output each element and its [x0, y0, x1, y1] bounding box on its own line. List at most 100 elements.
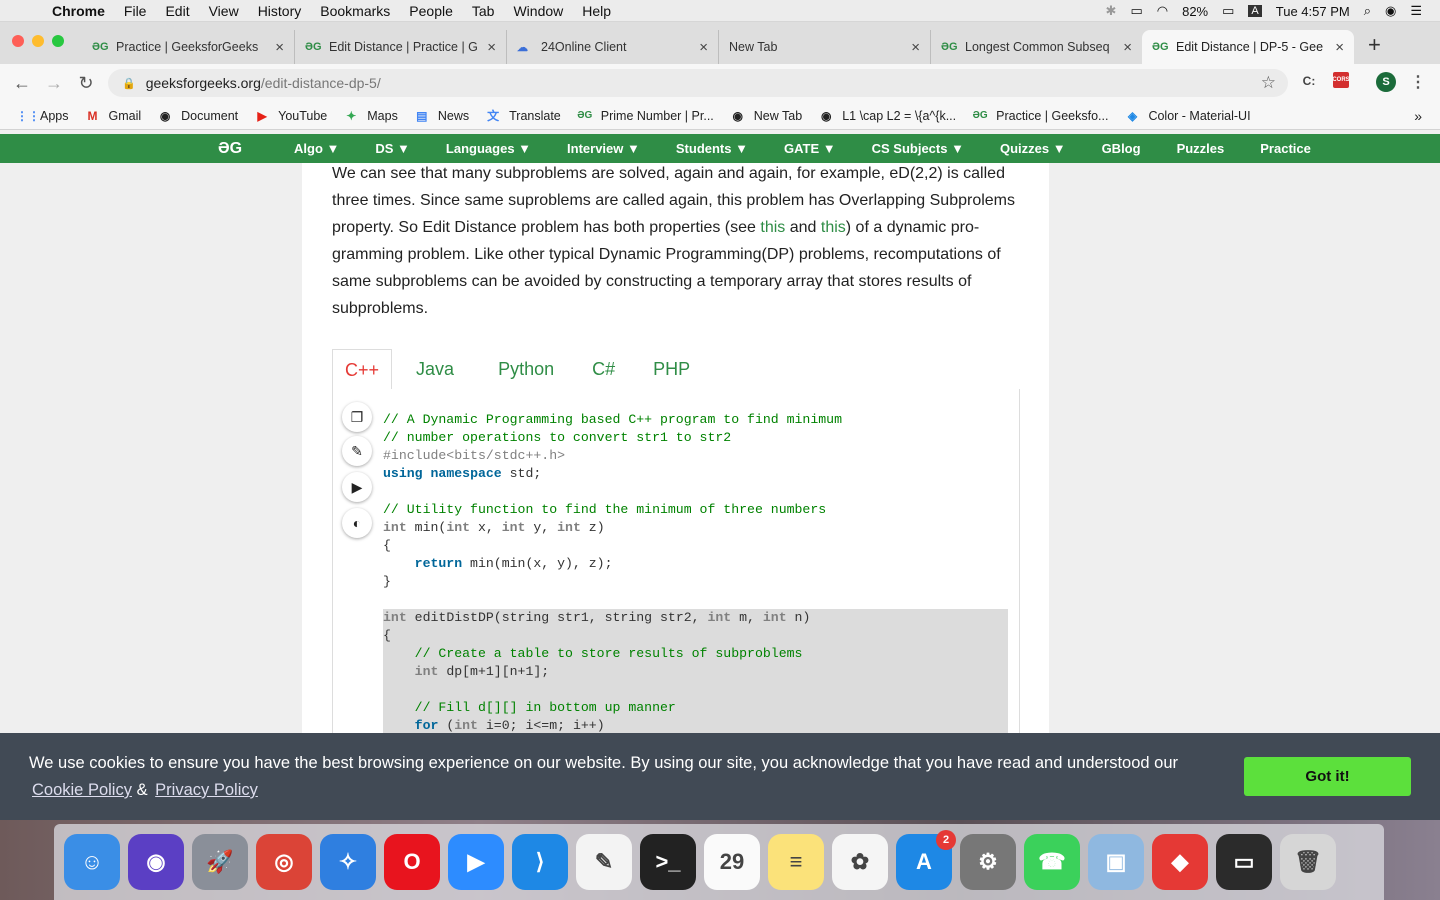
theme-toggle-icon[interactable]: ◐	[342, 508, 372, 538]
menu-window[interactable]: Window	[513, 3, 563, 19]
anydesk-icon[interactable]: ◆	[1152, 834, 1208, 890]
menu-file[interactable]: File	[124, 3, 147, 19]
system-preferences-icon[interactable]: ⚙	[960, 834, 1016, 890]
bookmark-item[interactable]: ✦ Maps	[343, 109, 398, 123]
minimize-window-button[interactable]	[32, 35, 44, 47]
safari-icon[interactable]: ✧	[320, 834, 376, 890]
nav-students[interactable]: Students ▼	[658, 141, 766, 156]
menu-bookmarks[interactable]: Bookmarks	[320, 3, 390, 19]
input-source[interactable]: A	[1248, 5, 1262, 17]
tab-csharp[interactable]: C#	[580, 349, 627, 390]
browser-tab[interactable]: ƏG Longest Common Subseq ×	[930, 30, 1142, 64]
siri-menubar-icon[interactable]: ◉	[1385, 3, 1396, 19]
battery-percent[interactable]: 82%	[1182, 4, 1208, 19]
bookmark-item[interactable]: M Gmail	[85, 109, 142, 123]
close-tab-icon[interactable]: ×	[275, 39, 284, 56]
bookmark-item[interactable]: ▶ YouTube	[254, 109, 328, 123]
close-tab-icon[interactable]: ×	[487, 39, 496, 56]
nav-ds[interactable]: DS ▼	[357, 141, 428, 156]
edit-code-icon[interactable]: ✎	[342, 436, 372, 466]
terminal-window-icon[interactable]: ▭	[1216, 834, 1272, 890]
browser-tab[interactable]: ☁ 24Online Client ×	[506, 30, 718, 64]
terminal-icon[interactable]: >_	[640, 834, 696, 890]
notification-center-icon[interactable]: ☰	[1410, 3, 1422, 19]
clock[interactable]: Tue 4:57 PM	[1276, 4, 1350, 19]
close-tab-icon[interactable]: ×	[1335, 39, 1344, 56]
menu-app[interactable]: Chrome	[52, 3, 105, 19]
tab-cpp[interactable]: C++	[332, 349, 393, 390]
photos-icon[interactable]: ✿	[832, 834, 888, 890]
nav-cs-subjects[interactable]: CS Subjects ▼	[854, 141, 982, 156]
preview-icon[interactable]: ▣	[1088, 834, 1144, 890]
spotlight-icon[interactable]: ⌕	[1364, 3, 1371, 19]
close-tab-icon[interactable]: ×	[1123, 39, 1132, 56]
opera-icon[interactable]: O	[384, 834, 440, 890]
nav-gblog[interactable]: GBlog	[1084, 141, 1159, 156]
lock-icon[interactable]: 🔒	[122, 77, 136, 90]
privacy-policy-link[interactable]: Privacy Policy	[155, 781, 258, 799]
bookmark-star-icon[interactable]: ☆	[1261, 73, 1276, 93]
bookmark-item[interactable]: ◉ New Tab	[730, 109, 803, 123]
zoom-icon[interactable]: ▶	[448, 834, 504, 890]
profile-avatar[interactable]: S	[1376, 72, 1396, 92]
battery-indicator-icon[interactable]: ▭	[1130, 3, 1142, 19]
address-bar[interactable]: 🔒 geeksforgeeks.org/edit-distance-dp-5/ …	[108, 69, 1288, 97]
menu-edit[interactable]: Edit	[165, 3, 189, 19]
bookmark-item[interactable]: ◈ Color - Material-UI	[1124, 109, 1251, 123]
bookmark-item[interactable]: ▤ News	[414, 109, 469, 123]
tab-java[interactable]: Java	[404, 349, 466, 390]
nav-quizzes[interactable]: Quizzes ▼	[982, 141, 1084, 156]
link-this-1[interactable]: this	[760, 219, 785, 236]
menu-tab[interactable]: Tab	[472, 3, 495, 19]
finder-icon[interactable]: ☺	[64, 834, 120, 890]
nav-puzzles[interactable]: Puzzles	[1159, 141, 1243, 156]
nav-languages[interactable]: Languages ▼	[428, 141, 549, 156]
bookmark-item[interactable]: ◉ L1 \cap L2 = \{a^{k...	[818, 109, 956, 123]
nav-practice[interactable]: Practice	[1242, 141, 1329, 156]
cookie-policy-link[interactable]: Cookie Policy	[32, 781, 132, 799]
nav-algo[interactable]: Algo ▼	[276, 141, 357, 156]
bookmark-item[interactable]: ƏG Prime Number | Pr...	[577, 109, 714, 123]
appstore-icon[interactable]: A2	[896, 830, 956, 890]
browser-tab[interactable]: ƏG Edit Distance | Practice | G ×	[294, 30, 506, 64]
close-tab-icon[interactable]: ×	[911, 39, 920, 56]
forward-icon[interactable]: →	[38, 73, 70, 94]
copy-code-icon[interactable]: ❐	[342, 402, 372, 432]
close-window-button[interactable]	[12, 35, 24, 47]
bookmark-item[interactable]: ƏG Practice | Geeksfo...	[972, 109, 1109, 123]
nav-gate[interactable]: GATE ▼	[766, 141, 854, 156]
browser-tab-active[interactable]: ƏG Edit Distance | DP-5 - Gee ×	[1142, 30, 1354, 64]
new-tab-button[interactable]: +	[1368, 32, 1381, 58]
menu-history[interactable]: History	[258, 3, 302, 19]
wifi-icon[interactable]: ◠	[1157, 3, 1168, 19]
vscode-icon[interactable]: ⟩	[512, 834, 568, 890]
bookmark-item[interactable]: 文 Translate	[485, 107, 561, 124]
chrome-icon[interactable]: ◎	[256, 834, 312, 890]
notes-icon[interactable]: ≡	[768, 834, 824, 890]
battery-icon[interactable]: ▭	[1222, 3, 1234, 19]
calendar-icon[interactable]: 29	[704, 834, 760, 890]
menu-help[interactable]: Help	[582, 3, 611, 19]
bookmark-item[interactable]: ◉ Document	[157, 109, 238, 123]
bookmarks-overflow-icon[interactable]: »	[1414, 108, 1422, 124]
run-code-icon[interactable]: ▶	[342, 472, 372, 502]
cors-extension-icon[interactable]: CORS	[1332, 72, 1350, 88]
launchpad-icon[interactable]: 🚀	[192, 834, 248, 890]
link-this-2[interactable]: this	[821, 219, 846, 236]
siri-icon[interactable]: ◉	[128, 834, 184, 890]
bluetooth-icon[interactable]: ✱	[1106, 3, 1117, 19]
browser-tab[interactable]: New Tab ×	[718, 30, 930, 64]
facetime-icon[interactable]: ☎	[1024, 834, 1080, 890]
trash-icon[interactable]: 🗑	[1280, 834, 1336, 890]
reload-icon[interactable]: ↻	[70, 73, 102, 94]
zoom-window-button[interactable]	[52, 35, 64, 47]
gfg-logo[interactable]: ƏG	[218, 140, 276, 158]
tab-php[interactable]: PHP	[641, 349, 702, 390]
tab-python[interactable]: Python	[486, 349, 566, 390]
close-tab-icon[interactable]: ×	[699, 39, 708, 56]
textedit-icon[interactable]: ✎	[576, 834, 632, 890]
nav-interview[interactable]: Interview ▼	[549, 141, 658, 156]
menu-kebab-icon[interactable]: ⋮	[1410, 72, 1426, 92]
bookmark-item[interactable]: ⋮⋮ Apps	[16, 109, 69, 123]
menu-people[interactable]: People	[409, 3, 453, 19]
